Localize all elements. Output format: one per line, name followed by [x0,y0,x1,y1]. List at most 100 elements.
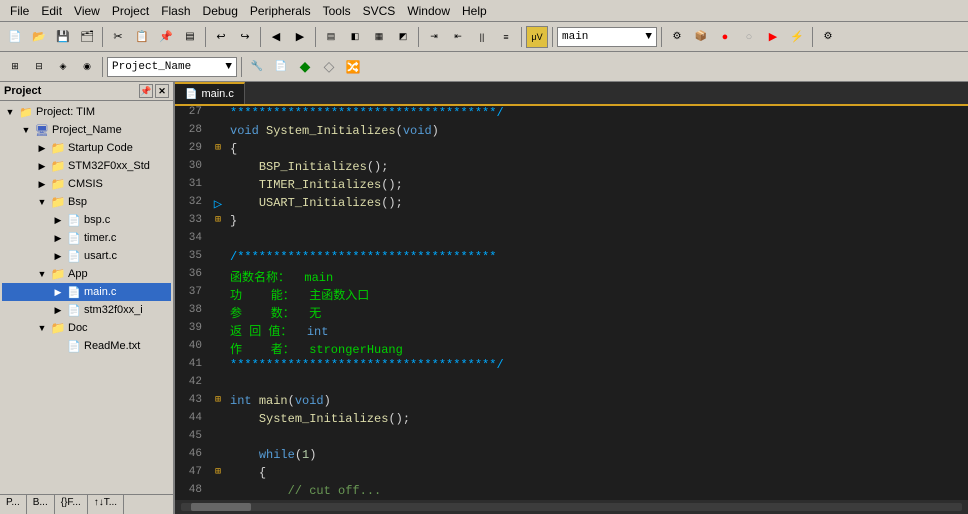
tb2-4[interactable]: ◉ [76,56,98,78]
line-content-27: *************************************/ [226,106,968,120]
code-line-39: 39 返 回 值： int [175,322,968,340]
menu-flash[interactable]: Flash [155,2,196,20]
tree-item-startup-code[interactable]: ▶ 📁 Startup Code [2,139,171,157]
tb4[interactable]: ▤ [179,26,201,48]
tree-item-timer-c[interactable]: ▶ 📄 timer.c [2,229,171,247]
target-dropdown[interactable]: main ▼ [557,27,657,47]
panel-pin-button[interactable]: 📌 [139,84,153,98]
line-ind-47: ⊞ [210,466,226,478]
menu-tools[interactable]: Tools [317,2,357,20]
project-dropdown[interactable]: Project_Name ▼ [107,57,237,77]
bottom-tab-f[interactable]: {}F... [55,495,88,514]
expand-main-c[interactable]: ▶ [50,284,66,300]
tree-item-bsp[interactable]: ▼ 📁 Bsp [2,193,171,211]
build4-button[interactable]: ◩ [392,26,414,48]
nav-back-button[interactable]: ◀ [265,26,287,48]
cut-button[interactable]: ✂ [107,26,129,48]
sep10 [102,57,103,77]
indent2-button[interactable]: ⇤ [447,26,469,48]
menu-svcs[interactable]: SVCS [357,2,402,20]
proj-btn3[interactable]: ◆ [294,56,316,78]
indent1-button[interactable]: ⇥ [423,26,445,48]
expand-bsp[interactable]: ▼ [34,194,50,210]
code-line-33: 33 ⊞ } [175,214,968,232]
tree-item-app[interactable]: ▼ 📁 App [2,265,171,283]
indent4-button[interactable]: ≡ [495,26,517,48]
tree-item-bsp-c[interactable]: ▶ 📄 bsp.c [2,211,171,229]
expand-stm32f0xx-std[interactable]: ▶ [34,158,50,174]
save-all-button[interactable]: 🗂 [76,26,98,48]
menu-debug[interactable]: Debug [197,2,244,20]
menu-peripherals[interactable]: Peripherals [244,2,317,20]
code-line-38: 38 参 数： 无 [175,304,968,322]
tb2-3[interactable]: ◈ [52,56,74,78]
bottom-tab-b[interactable]: B... [27,495,55,514]
expand-bsp-c[interactable]: ▶ [50,212,66,228]
tree-item-doc[interactable]: ▼ 📁 Doc [2,319,171,337]
redo-button[interactable]: ↪ [234,26,256,48]
build3-button[interactable]: ▦ [368,26,390,48]
tree-item-main-c[interactable]: ▶ 📄 main.c [2,283,171,301]
expand-usart-c[interactable]: ▶ [50,248,66,264]
copy-button[interactable]: 📋 [131,26,153,48]
expand-timer-c[interactable]: ▶ [50,230,66,246]
horizontal-scrollbar[interactable] [175,500,968,514]
dropdown2-arrow[interactable]: ▼ [225,61,232,73]
undo-button[interactable]: ↩ [210,26,232,48]
expand-project-name[interactable]: ▼ [18,122,34,138]
nav-fwd-button[interactable]: ▶ [289,26,311,48]
panel-close-button[interactable]: ✕ [155,84,169,98]
line-content-38: 参 数： 无 [226,304,968,321]
tree-item-project-name[interactable]: ▼ 🖥 Project_Name [2,121,171,139]
bottom-tab-t[interactable]: ↑↓T... [88,495,124,514]
proj-btn4[interactable]: ◇ [318,56,340,78]
open-file-button[interactable]: 📂 [28,26,50,48]
debug-connect-button[interactable]: ○ [738,26,760,48]
save-button[interactable]: 💾 [52,26,74,48]
tree-item-usart-c[interactable]: ▶ 📄 usart.c [2,247,171,265]
dropdown-arrow[interactable]: ▼ [645,31,652,43]
expand-startup-code[interactable]: ▶ [34,140,50,156]
tb2-1[interactable]: ⊞ [4,56,26,78]
new-file-button[interactable]: 📄 [4,26,26,48]
tb2-2[interactable]: ⊟ [28,56,50,78]
menu-view[interactable]: View [68,2,106,20]
expand-stm32f0xx-i[interactable]: ▶ [50,302,66,318]
expand-doc[interactable]: ▼ [34,320,50,336]
tab-main-c[interactable]: 📄 main.c [175,82,245,104]
line-num-47: 47 [175,466,210,478]
expand-app[interactable]: ▼ [34,266,50,282]
paste-button[interactable]: 📌 [155,26,177,48]
menu-window[interactable]: Window [401,2,456,20]
expand-project-tim[interactable]: ▼ [2,104,18,120]
panel-title: Project [4,85,41,97]
proj-btn5[interactable]: 🔀 [342,56,364,78]
manage-button[interactable]: 📦 [690,26,712,48]
code-content-area[interactable]: 27 *************************************… [175,106,968,500]
menu-edit[interactable]: Edit [35,2,68,20]
debug-run-button[interactable]: ▶ [762,26,784,48]
build2-button[interactable]: ◧ [344,26,366,48]
tree-item-cmsis[interactable]: ▶ 📁 CMSIS [2,175,171,193]
proj-btn2[interactable]: 📄 [270,56,292,78]
bottom-tab-p[interactable]: P... [0,495,27,514]
tree-item-stm32f0xx-i[interactable]: ▶ 📄 stm32f0xx_i [2,301,171,319]
toolbar-project: ⊞ ⊟ ◈ ◉ Project_Name ▼ 🔧 📄 ◆ ◇ 🔀 [0,52,968,82]
extras-button[interactable]: ⚙ [817,26,839,48]
debug-stop-button[interactable]: ● [714,26,736,48]
project-tree[interactable]: ▼ 📁 Project: TIM ▼ 🖥 Project_Name ▶ 📁 St… [0,101,173,494]
indent3-button[interactable]: || [471,26,493,48]
menu-project[interactable]: Project [106,2,155,20]
menu-file[interactable]: File [4,2,35,20]
tree-item-project-tim[interactable]: ▼ 📁 Project: TIM [2,103,171,121]
options-button[interactable]: ⚙ [666,26,688,48]
tree-item-readme[interactable]: ▶ 📄 ReadMe.txt [2,337,171,355]
tree-item-stm32f0xx-std[interactable]: ▶ 📁 STM32F0xx_Std [2,157,171,175]
menu-help[interactable]: Help [456,2,493,20]
proj-btn1[interactable]: 🔧 [246,56,268,78]
expand-cmsis[interactable]: ▶ [34,176,50,192]
debug-step-button[interactable]: ⚡ [786,26,808,48]
sep5 [418,27,419,47]
build1-button[interactable]: ▤ [320,26,342,48]
line-num-36: 36 [175,268,210,280]
